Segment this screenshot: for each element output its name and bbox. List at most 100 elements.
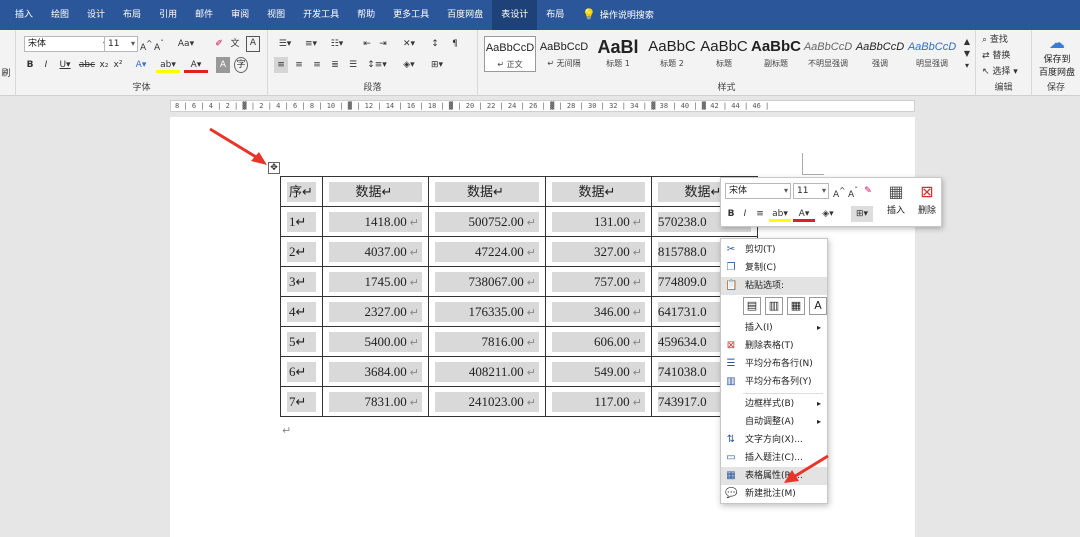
data-table[interactable]: 序↵ 数据↵ 数据↵ 数据↵ 数据↵ 1↵ 1418.00 ↵ 500752.00… (280, 176, 758, 417)
change-case-icon[interactable]: Aa▾ (176, 36, 196, 52)
table-cell[interactable]: 549.00 ↵ (544, 356, 652, 387)
superscript-icon[interactable]: x² (112, 57, 124, 73)
shading-icon[interactable]: ◈▾ (817, 206, 839, 222)
multilevel-list-icon[interactable]: ☷▾ (326, 36, 348, 52)
menu-item-table-properties[interactable]: ▦ 表格属性(R)... (721, 467, 827, 485)
mini-font-size-select[interactable]: 11 (793, 183, 829, 199)
tab-baidu-netdisk[interactable]: 百度网盘 (438, 0, 492, 30)
decrease-indent-icon[interactable]: ⇤ (360, 36, 374, 52)
tab-more-tools[interactable]: 更多工具 (384, 0, 438, 30)
style-subtitle[interactable]: AaBbC 副标题 (750, 36, 802, 72)
tab-insert[interactable]: 插入 (6, 0, 42, 30)
table-cell[interactable]: 数据↵ (321, 176, 429, 207)
paste-text-only-icon[interactable]: A (809, 297, 827, 315)
font-size-select[interactable]: 11 (104, 36, 138, 52)
table-cell[interactable]: 1745.00 ↵ (321, 266, 429, 297)
grow-font-icon[interactable]: A^ (833, 183, 845, 200)
table-cell[interactable]: 408211.00 ↵ (427, 356, 546, 387)
table-cell[interactable]: 序↵ (280, 176, 323, 207)
table-cell[interactable]: 5↵ (280, 326, 323, 357)
text-effects-icon[interactable]: A▾ (130, 57, 152, 73)
table-cell[interactable]: 数据↵ (544, 176, 652, 207)
style-heading-1[interactable]: AaBl 标题 1 (592, 36, 644, 72)
borders-icon[interactable]: ⊞▾ (426, 57, 448, 73)
table-cell[interactable]: 241023.00 ↵ (427, 386, 546, 417)
table-cell[interactable]: 2↵ (280, 236, 323, 267)
tab-references[interactable]: 引用 (150, 0, 186, 30)
numbering-icon[interactable]: ≡▾ (300, 36, 322, 52)
shrink-font-icon[interactable]: Aˇ (153, 36, 165, 53)
clear-format-icon[interactable]: ✐ (212, 36, 226, 52)
style-heading-2[interactable]: AaBbC 标题 2 (646, 36, 698, 72)
align-right-icon[interactable]: ≡ (310, 57, 324, 73)
justify-icon[interactable]: ≣ (328, 57, 342, 73)
italic-icon[interactable]: I (739, 206, 751, 222)
show-marks-icon[interactable]: ¶ (448, 36, 462, 52)
table-cell[interactable]: 47224.00 ↵ (427, 236, 546, 267)
table-cell[interactable]: 2327.00 ↵ (321, 296, 429, 327)
menu-item-new-comment[interactable]: 💬 新建批注(M) (721, 485, 827, 503)
menu-item-distribute-cols[interactable]: ▥ 平均分布各列(Y) (721, 373, 827, 391)
menu-item-copy[interactable]: ❐ 复制(C) (721, 259, 827, 277)
paste-overwrite-icon[interactable]: ▦ (787, 297, 805, 315)
menu-item-autofit[interactable]: 自动调整(A) ▸ (721, 413, 827, 431)
table-cell[interactable]: 5400.00 ↵ (321, 326, 429, 357)
tab-view[interactable]: 视图 (258, 0, 294, 30)
char-border-icon[interactable]: A (246, 36, 260, 52)
find-button[interactable]: ⌕ 查找 (982, 32, 1028, 48)
mini-insert-button[interactable]: ▦ 插入 (881, 181, 911, 216)
table-cell[interactable]: 500752.00 ↵ (427, 206, 546, 237)
menu-item-border-styles[interactable]: 边框样式(B) ▸ (721, 395, 827, 413)
style-emphasis[interactable]: AaBbCcD 强调 (854, 36, 906, 72)
shrink-font-icon[interactable]: Aˇ (847, 183, 859, 200)
table-cell[interactable]: 3684.00 ↵ (321, 356, 429, 387)
borders-icon[interactable]: ⊞▾ (851, 206, 873, 222)
table-cell[interactable]: 6↵ (280, 356, 323, 387)
style-no-spacing[interactable]: AaBbCcD ↵ 无间隔 (538, 36, 590, 72)
tab-help[interactable]: 帮助 (348, 0, 384, 30)
tab-table-design[interactable]: 表设计 (492, 0, 538, 30)
tab-developer[interactable]: 开发工具 (294, 0, 348, 30)
strikethrough-icon[interactable]: abc (78, 57, 96, 73)
table-cell[interactable]: 1418.00 ↵ (321, 206, 429, 237)
table-cell[interactable]: 1↵ (280, 206, 323, 237)
table-cell[interactable]: 4037.00 ↵ (321, 236, 429, 267)
char-shading-icon[interactable]: A (216, 57, 230, 73)
line-spacing-icon[interactable]: ↕≡▾ (366, 57, 388, 73)
align-left-icon[interactable]: ≡ (274, 57, 288, 73)
tab-layout[interactable]: 布局 (114, 0, 150, 30)
menu-item-insert-caption[interactable]: ▭ 插入题注(C)... (721, 449, 827, 467)
paste-merge-format-icon[interactable]: ▥ (765, 297, 783, 315)
align-center-icon[interactable]: ≡ (753, 206, 767, 222)
table-cell[interactable]: 7816.00 ↵ (427, 326, 546, 357)
italic-icon[interactable]: I (40, 57, 52, 73)
subscript-icon[interactable]: x₂ (98, 57, 110, 73)
mini-delete-button[interactable]: ⊠ 删除 (913, 181, 941, 216)
font-color-icon[interactable]: A▾ (184, 57, 208, 73)
highlight-color-icon[interactable]: ab▾ (156, 57, 180, 73)
table-cell[interactable]: 数据↵ (427, 176, 546, 207)
table-cell[interactable]: 131.00 ↵ (544, 206, 652, 237)
bold-icon[interactable]: B (725, 206, 737, 222)
table-cell[interactable]: 757.00 ↵ (544, 266, 652, 297)
style-normal[interactable]: AaBbCcD ↵ 正文 (484, 36, 536, 72)
table-cell[interactable]: 3↵ (280, 266, 323, 297)
select-button[interactable]: ↖ 选择 ▾ (982, 64, 1032, 80)
sort-icon[interactable]: ↕ (428, 36, 442, 52)
table-cell[interactable]: 4↵ (280, 296, 323, 327)
tab-design[interactable]: 设计 (78, 0, 114, 30)
mini-font-select[interactable]: 宋体 (725, 183, 791, 199)
tab-draw[interactable]: 绘图 (42, 0, 78, 30)
underline-icon[interactable]: U▾ (56, 57, 74, 73)
format-painter-icon[interactable]: ✎ (861, 183, 875, 199)
enclose-char-icon[interactable]: 字 (234, 57, 248, 73)
menu-item-cut[interactable]: ✂ 剪切(T) (721, 241, 827, 259)
bold-icon[interactable]: B (24, 57, 36, 73)
highlight-color-icon[interactable]: ab▾ (769, 206, 791, 222)
table-cell[interactable]: 176335.00 ↵ (427, 296, 546, 327)
table-cell[interactable]: 346.00 ↵ (544, 296, 652, 327)
replace-button[interactable]: ⇄ 替换 (982, 48, 1028, 64)
horizontal-ruler[interactable]: 8 | 6 | 4 | 2 | ▓ | 2 | 4 | 6 | 8 | 10 |… (170, 100, 915, 112)
grow-font-icon[interactable]: A^ (140, 36, 152, 53)
menu-item-text-direction[interactable]: ⇅ 文字方向(X)... (721, 431, 827, 449)
